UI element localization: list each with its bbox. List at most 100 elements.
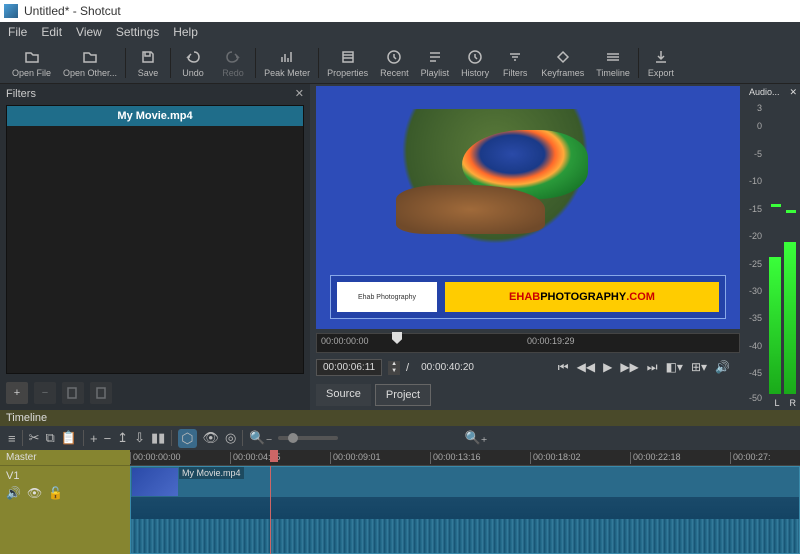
audio-meter-panel: Audio...✕ 3 0 -5 -10 -15 -20 -25 -30 -35… [746,84,800,410]
tl-remove-button[interactable]: − [104,431,112,446]
transport-bar: 00:00:06:11 ▲▼ / 00:00:40:20 ⏮ ◀◀ ▶ ▶▶ ⏭… [310,355,746,380]
timeline-icon [604,48,622,66]
timeline-tracks-area[interactable]: 00:00:00:00 00:00:04:15 00:00:09:01 00:0… [130,450,800,554]
filters-close-button[interactable]: ✕ [295,87,304,100]
preview-banner: Ehab Photography EHABPHOTOGRAPHY.COM [330,275,726,319]
preview-ruler[interactable]: 00:00:00:00 00:00:19:29 [316,333,740,353]
tl-scrub-button[interactable]: 👁 [203,430,220,446]
rewind-button[interactable]: ◀◀ [577,360,595,375]
play-button[interactable]: ▶ [603,360,612,375]
preview-screen[interactable]: Ehab Photography EHABPHOTOGRAPHY.COM [316,86,740,329]
timeline-title: Timeline [0,410,800,426]
meter-icon [278,48,296,66]
volume-button[interactable]: 🔊 [715,360,730,375]
filters-title: Filters [6,88,36,100]
app-logo [4,4,18,18]
redo-icon [224,48,242,66]
zoom-toggle-button[interactable]: ◧▾ [666,360,683,375]
preview-url: EHABPHOTOGRAPHY.COM [445,282,719,312]
tc-sep: / [406,362,409,374]
properties-icon [339,48,357,66]
tl-menu-button[interactable]: ≡ [8,431,16,446]
playlist-icon [426,48,444,66]
clock-icon [385,48,403,66]
tl-lift-button[interactable]: ↥ [117,430,128,446]
filters-clip-name: My Movie.mp4 [7,106,303,126]
remove-filter-button[interactable]: − [34,382,56,404]
tl-snap-button[interactable]: ⬡ [178,429,196,448]
keyframes-icon [554,48,572,66]
paste-filter-button[interactable] [90,382,112,404]
tl-paste-button[interactable]: 📋 [61,430,77,446]
peak-meter-button[interactable]: Peak Meter [258,46,316,80]
menu-view[interactable]: View [76,25,102,39]
menu-settings[interactable]: Settings [116,25,159,39]
menu-file[interactable]: File [8,25,27,39]
clip-thumbnail [132,468,178,496]
track-hide-button[interactable]: 👁 [27,486,42,500]
tl-zoom-out-button[interactable]: 🔍₋ [249,430,272,446]
history-icon [466,48,484,66]
properties-button[interactable]: Properties [321,46,374,80]
tl-zoom-slider[interactable] [278,436,338,440]
history-button[interactable]: History [455,46,495,80]
add-filter-button[interactable]: + [6,382,28,404]
recent-button[interactable]: Recent [374,46,415,80]
source-tab[interactable]: Source [316,384,371,406]
tl-append-button[interactable]: + [90,431,98,446]
open-file-button[interactable]: Open File [6,46,57,80]
menubar: File Edit View Settings Help [0,22,800,42]
total-timecode: 00:00:40:20 [415,360,480,375]
menu-edit[interactable]: Edit [41,25,62,39]
tl-overwrite-button[interactable]: ⇩ [134,430,145,446]
tl-split-button[interactable]: ▮▮ [151,430,165,446]
skip-start-button[interactable]: ⏮ [558,360,569,375]
current-timecode[interactable]: 00:00:06:11 [316,359,382,376]
save-icon [139,48,157,66]
master-track-header[interactable]: Master [0,450,130,466]
tl-copy-button[interactable]: ⧉ [46,430,55,446]
save-button[interactable]: Save [128,46,168,80]
menu-help[interactable]: Help [173,25,198,39]
export-button[interactable]: Export [641,46,681,80]
folder-open-icon [23,48,41,66]
skip-end-button[interactable]: ⏭ [647,360,658,375]
window-title: Untitled* - Shotcut [24,4,121,18]
folder-icon [81,48,99,66]
tl-ripple-button[interactable]: ◎ [225,430,236,446]
playlist-button[interactable]: Playlist [415,46,456,80]
redo-button[interactable]: Redo [213,46,253,80]
timeline-ruler[interactable]: 00:00:00:00 00:00:04:15 00:00:09:01 00:0… [130,450,800,466]
timeline-button[interactable]: Timeline [590,46,636,80]
timeline-toolbar: ≡ ✂ ⧉ 📋 + − ↥ ⇩ ▮▮ ⬡ 👁 ◎ 🔍₋ 🔍₊ [0,426,800,450]
tl-cut-button[interactable]: ✂ [29,430,40,446]
filters-icon [506,48,524,66]
grid-button[interactable]: ⊞▾ [691,360,707,375]
preview-image [316,86,740,271]
filters-panel: Filters ✕ My Movie.mp4 + − [0,84,310,410]
timeline-track-headers: Master V1 🔊 👁 🔓 [0,450,130,554]
copy-filter-button[interactable] [62,382,84,404]
undo-button[interactable]: Undo [173,46,213,80]
track-mute-button[interactable]: 🔊 [6,486,21,500]
titlebar: Untitled* - Shotcut [0,0,800,22]
filters-button[interactable]: Filters [495,46,535,80]
preview-panel: Ehab Photography EHABPHOTOGRAPHY.COM 00:… [310,84,746,410]
preview-playhead[interactable] [392,332,402,344]
track-lock-button[interactable]: 🔓 [48,486,63,500]
tl-zoom-in-button[interactable]: 🔍₊ [464,430,487,446]
export-icon [652,48,670,66]
timeline-playhead[interactable] [270,450,278,462]
undo-icon [184,48,202,66]
forward-button[interactable]: ▶▶ [620,360,638,375]
project-tab[interactable]: Project [375,384,431,406]
track-v1-header[interactable]: V1 🔊 👁 🔓 [0,466,130,554]
tc-down[interactable]: ▼ [388,368,400,375]
tc-up[interactable]: ▲ [388,361,400,368]
keyframes-button[interactable]: Keyframes [535,46,590,80]
timeline-playhead-line[interactable] [270,466,271,554]
main-toolbar: Open File Open Other... Save Undo Redo P… [0,42,800,84]
timeline-clip[interactable]: My Movie.mp4 [130,466,800,554]
open-other-button[interactable]: Open Other... [57,46,123,80]
filters-list[interactable]: My Movie.mp4 [6,105,304,374]
